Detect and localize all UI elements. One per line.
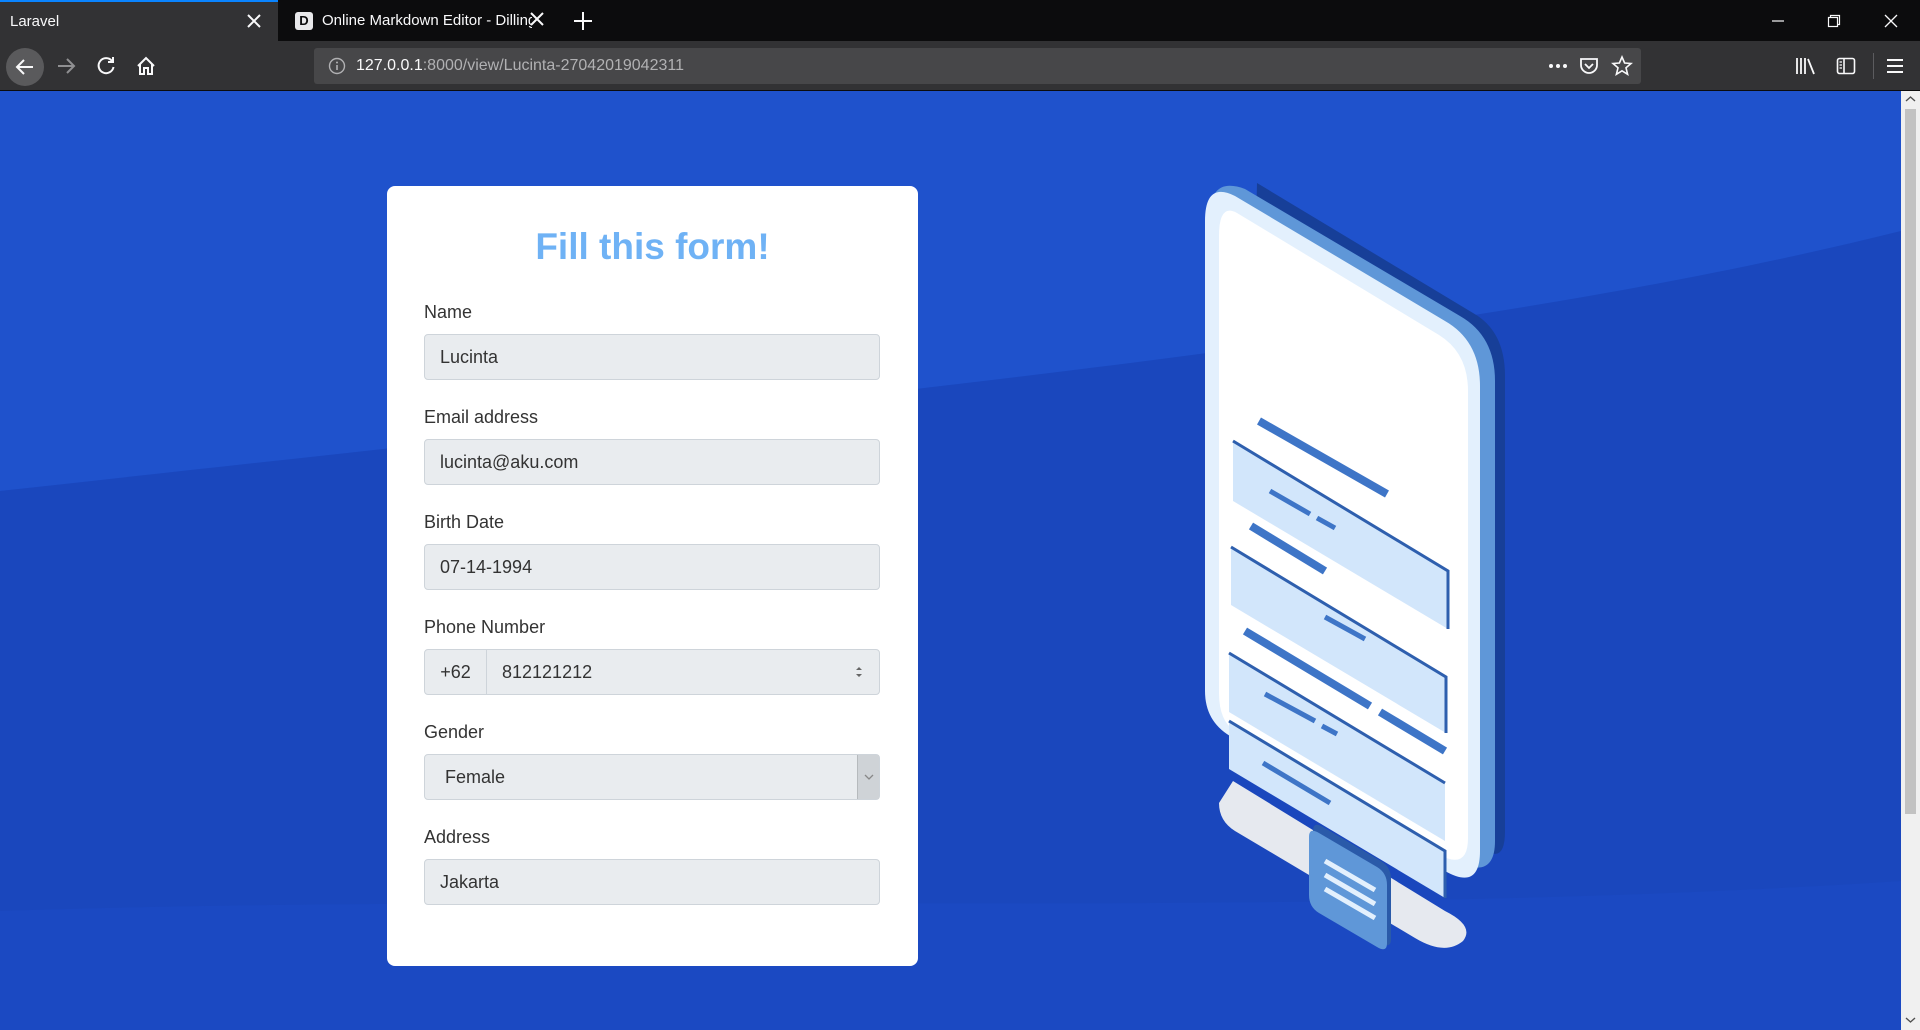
gender-select[interactable]: Female xyxy=(424,754,880,800)
sidebar-icon[interactable] xyxy=(1836,56,1856,76)
forward-button[interactable] xyxy=(48,48,84,84)
library-icon[interactable] xyxy=(1795,56,1817,76)
toolbar-divider xyxy=(1873,53,1874,79)
reload-button[interactable] xyxy=(88,48,124,84)
scroll-up-icon[interactable] xyxy=(1905,95,1916,103)
url-path: :8000/view/Lucinta-27042019042311 xyxy=(422,57,684,74)
phone-value: 812121212 xyxy=(502,661,593,682)
form-card: Fill this form! Name Lucinta Email addre… xyxy=(387,186,918,966)
tab-title: Laravel xyxy=(10,13,60,30)
menu-hamburger-icon[interactable] xyxy=(1885,57,1905,75)
url-text[interactable]: 127.0.0.1:8000/view/Lucinta-270420190423… xyxy=(356,57,684,75)
restore-button[interactable] xyxy=(1806,0,1862,41)
name-label: Name xyxy=(424,302,473,322)
vertical-scrollbar[interactable] xyxy=(1901,91,1920,1030)
url-host: 127.0.0.1 xyxy=(356,57,423,74)
name-input[interactable]: Lucinta xyxy=(424,334,880,380)
number-spinner-icon[interactable] xyxy=(855,664,863,680)
background-wave-shape xyxy=(0,91,1901,1030)
phone-input[interactable]: 812121212 xyxy=(486,649,880,695)
home-button[interactable] xyxy=(128,48,164,84)
new-tab-plus-icon[interactable] xyxy=(570,8,596,34)
birth-date-input[interactable]: 07-14-1994 xyxy=(424,544,880,590)
scrollbar-thumb[interactable] xyxy=(1905,109,1916,814)
close-icon[interactable] xyxy=(244,11,264,31)
address-input[interactable]: Jakarta xyxy=(424,859,880,905)
restore-icon xyxy=(1827,14,1841,27)
email-input[interactable]: lucinta@aku.com xyxy=(424,439,880,485)
arrow-right-icon xyxy=(58,58,76,74)
gender-value: Female xyxy=(445,766,506,787)
page-content: Fill this form! Name Lucinta Email addre… xyxy=(0,91,1901,1030)
phone-label: Phone Number xyxy=(424,617,546,637)
tab-bar: Laravel D Online Markdown Editor - Dilli… xyxy=(0,0,1920,41)
address-bar[interactable]: 127.0.0.1:8000/view/Lucinta-270420190423… xyxy=(314,48,1641,84)
tab-dillinger[interactable]: D Online Markdown Editor - Dillinger xyxy=(283,0,561,41)
gender-dropdown-button[interactable] xyxy=(857,755,879,799)
navigation-toolbar: 127.0.0.1:8000/view/Lucinta-270420190423… xyxy=(0,41,1920,91)
minimize-icon xyxy=(1772,19,1784,22)
more-actions-icon[interactable] xyxy=(1547,57,1569,75)
close-icon xyxy=(1884,14,1898,27)
tab-title: Online Markdown Editor - Dillinger xyxy=(322,12,532,29)
phone-form-illustration xyxy=(1205,183,1505,950)
phone-prefix: +62 xyxy=(424,649,487,695)
close-icon[interactable] xyxy=(527,9,547,29)
address-label: Address xyxy=(424,827,491,847)
dillinger-favicon-icon: D xyxy=(295,11,313,30)
window-close-button[interactable] xyxy=(1863,0,1919,41)
arrow-left-icon xyxy=(15,59,33,75)
pocket-icon[interactable] xyxy=(1579,56,1599,76)
chevron-down-icon xyxy=(864,774,873,780)
minimize-button[interactable] xyxy=(1750,0,1806,41)
bookmark-star-icon[interactable] xyxy=(1611,55,1633,77)
tab-laravel[interactable]: Laravel xyxy=(0,0,278,41)
email-label: Email address xyxy=(424,407,539,427)
birth-date-label: Birth Date xyxy=(424,512,505,532)
scroll-down-icon[interactable] xyxy=(1905,1016,1916,1024)
info-icon[interactable] xyxy=(328,57,346,75)
back-button[interactable] xyxy=(6,48,44,86)
home-icon xyxy=(137,56,155,75)
reload-icon xyxy=(97,57,115,75)
form-title: Fill this form! xyxy=(535,226,770,267)
gender-label: Gender xyxy=(424,722,485,742)
